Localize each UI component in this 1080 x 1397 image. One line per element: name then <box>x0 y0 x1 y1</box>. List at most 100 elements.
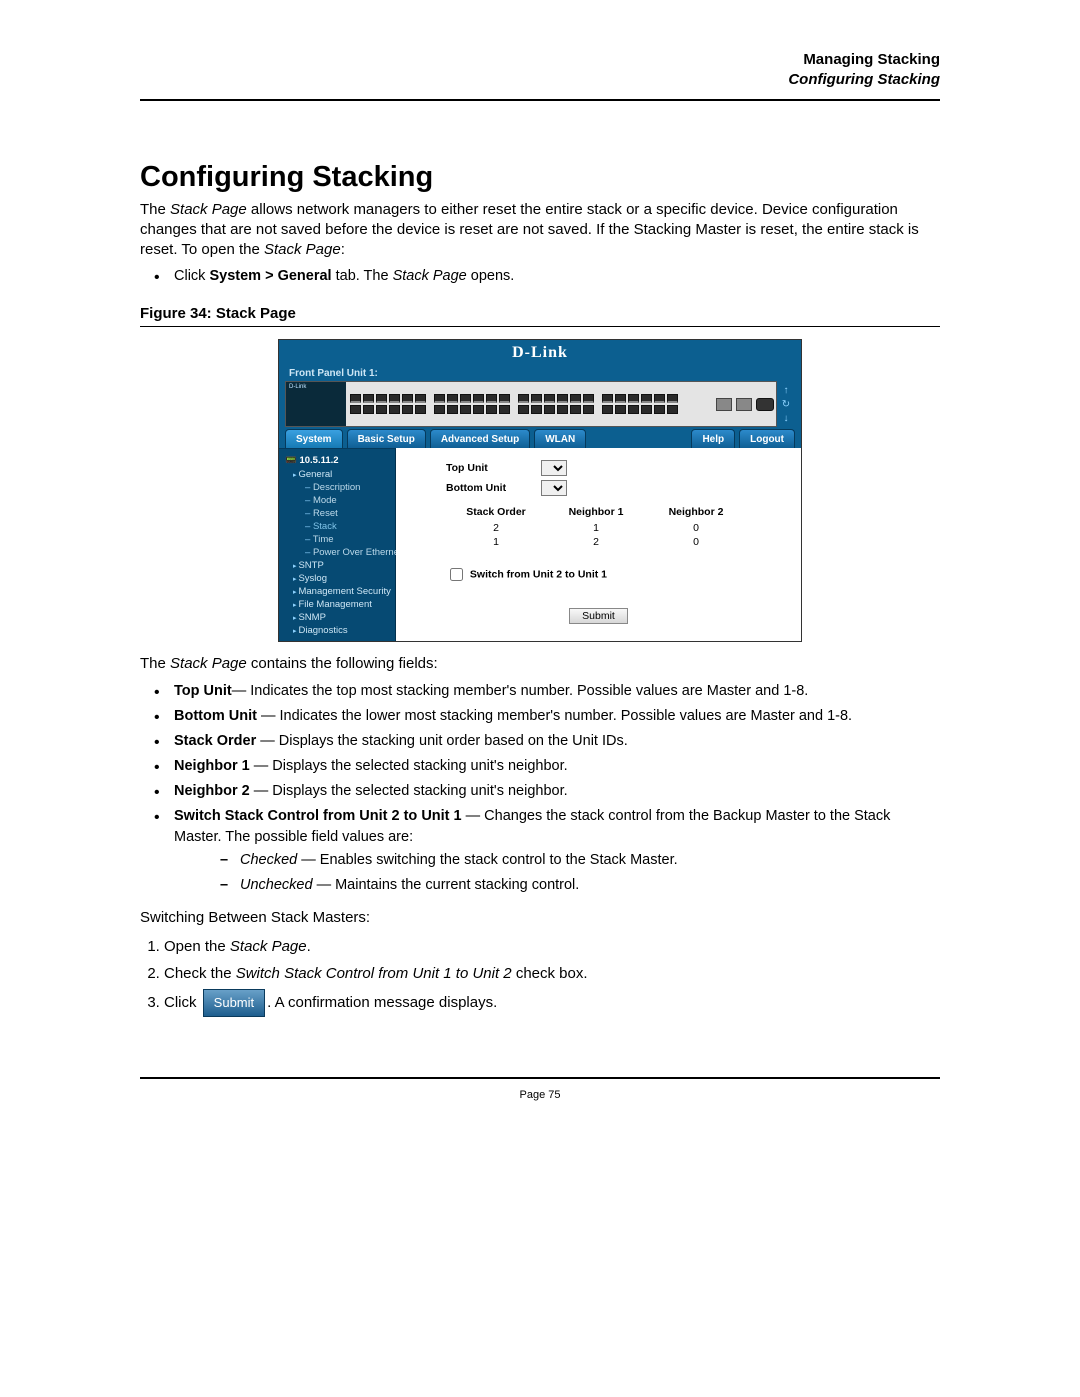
tree-node-mgmt-security[interactable]: Management Security <box>279 585 395 598</box>
stack-table: Stack Order Neighbor 1 Neighbor 2 2 1 0 … <box>446 506 791 549</box>
port-pair[interactable] <box>473 394 484 414</box>
field-desc: — Displays the selected stacking unit's … <box>254 783 568 799</box>
submit-inline-button: Submit <box>203 989 265 1017</box>
tree-leaf-mode[interactable]: Mode <box>279 494 395 507</box>
field-name: Bottom Unit <box>174 708 261 724</box>
device-brand: D-Link <box>289 384 306 390</box>
tab-help[interactable]: Help <box>691 429 735 448</box>
unit-arrows[interactable]: ↑ ↻ ↓ <box>777 381 795 427</box>
port-pair[interactable] <box>402 394 413 414</box>
tree-node-syslog[interactable]: Syslog <box>279 572 395 585</box>
select-top-unit[interactable] <box>541 460 567 476</box>
step-1: Open the Stack Page. <box>164 934 940 960</box>
arrow-up-icon[interactable]: ↑ <box>784 385 789 396</box>
port-pair[interactable] <box>641 394 652 414</box>
header-rule <box>140 99 940 101</box>
tree-node-diagnostics[interactable]: Diagnostics <box>279 624 395 637</box>
field-name: Neighbor 1 <box>174 758 254 774</box>
field-item: Neighbor 2 — Displays the selected stack… <box>140 781 940 802</box>
text: opens. <box>467 268 515 284</box>
port-pair[interactable] <box>628 394 639 414</box>
field-item: Bottom Unit — Indicates the lower most s… <box>140 706 940 727</box>
port-pair[interactable] <box>363 394 374 414</box>
device-ip[interactable]: 📟 10.5.11.2 <box>279 453 395 468</box>
intro-text: : <box>341 241 345 258</box>
port-grid <box>346 382 714 426</box>
port-pair[interactable] <box>415 394 426 414</box>
page-title: Configuring Stacking <box>140 161 940 194</box>
port-pair[interactable] <box>544 394 555 414</box>
th-neighbor1: Neighbor 1 <box>546 506 646 521</box>
ip-text: 10.5.11.2 <box>299 455 338 466</box>
subfield-name: Checked <box>240 852 297 868</box>
tree-leaf-stack[interactable]: Stack <box>279 520 395 533</box>
text: The <box>140 655 170 672</box>
menu-path: System > General <box>209 268 331 284</box>
port-pair[interactable] <box>602 394 613 414</box>
port-pair[interactable] <box>447 394 458 414</box>
port-pair[interactable] <box>499 394 510 414</box>
tab-system[interactable]: System <box>285 429 343 448</box>
app-logo: D-Link <box>279 340 801 368</box>
figure-caption: Figure 34: Stack Page <box>140 305 940 322</box>
tree-leaf-poe[interactable]: Power Over Ethernet <box>279 546 395 559</box>
port-pair[interactable] <box>460 394 471 414</box>
port-pair[interactable] <box>615 394 626 414</box>
intro-text: allows network managers to either reset … <box>140 201 919 259</box>
text: check box. <box>512 965 588 982</box>
tab-advanced-setup[interactable]: Advanced Setup <box>430 429 530 448</box>
tab-wlan[interactable]: WLAN <box>534 429 586 448</box>
tree-node-sntp[interactable]: SNTP <box>279 559 395 572</box>
td: 1 <box>446 535 546 549</box>
tree-leaf-time[interactable]: Time <box>279 533 395 546</box>
text: . A confirmation message displays. <box>267 994 497 1011</box>
intro-em: Stack Page <box>264 241 341 258</box>
field-item: Top Unit— Indicates the top most stackin… <box>140 681 940 702</box>
port-pair[interactable] <box>376 394 387 414</box>
tab-bar: System Basic Setup Advanced Setup WLAN H… <box>279 429 801 448</box>
td: 0 <box>646 535 746 549</box>
device-uplinks <box>714 382 776 426</box>
device-panel: D-Link <box>285 381 777 427</box>
content-pane: Top Unit Bottom Unit Stack Order Neighbo… <box>396 448 801 641</box>
subfield-item: Unchecked — Maintains the current stacki… <box>174 875 940 896</box>
tab-logout[interactable]: Logout <box>739 429 795 448</box>
td: 0 <box>646 521 746 535</box>
switching-heading: Switching Between Stack Masters: <box>140 908 940 928</box>
th-neighbor2: Neighbor 2 <box>646 506 746 521</box>
port-pair[interactable] <box>350 394 361 414</box>
port-pair[interactable] <box>570 394 581 414</box>
select-bottom-unit[interactable] <box>541 480 567 496</box>
text: Click <box>164 994 201 1011</box>
port-pair[interactable] <box>389 394 400 414</box>
switch-row: Switch from Unit 2 to Unit 1 <box>446 565 791 584</box>
tab-basic-setup[interactable]: Basic Setup <box>347 429 426 448</box>
footer-rule <box>140 1077 940 1079</box>
label-top-unit: Top Unit <box>446 462 541 474</box>
field-desc: — Indicates the lower most stacking memb… <box>261 708 852 724</box>
step-2: Check the Switch Stack Control from Unit… <box>164 961 940 987</box>
arrow-refresh-icon[interactable]: ↻ <box>782 399 790 410</box>
text: Open the <box>164 938 230 955</box>
tree-node-snmp[interactable]: SNMP <box>279 611 395 624</box>
port-pair[interactable] <box>486 394 497 414</box>
port-pair[interactable] <box>667 394 678 414</box>
port-pair[interactable] <box>531 394 542 414</box>
port-pair[interactable] <box>518 394 529 414</box>
port-pair[interactable] <box>654 394 665 414</box>
checkbox-switch-unit[interactable] <box>450 568 463 581</box>
front-panel-label: Front Panel Unit 1: <box>279 368 801 381</box>
tree-node-file-mgmt[interactable]: File Management <box>279 598 395 611</box>
click-instruction: Click System > General tab. The Stack Pa… <box>140 266 940 287</box>
port-pair[interactable] <box>434 394 445 414</box>
intro-text: The <box>140 201 170 218</box>
port-pair[interactable] <box>583 394 594 414</box>
arrow-down-icon[interactable]: ↓ <box>784 413 789 424</box>
port-pair[interactable] <box>557 394 568 414</box>
tree-leaf-description[interactable]: Description <box>279 481 395 494</box>
tree-leaf-reset[interactable]: Reset <box>279 507 395 520</box>
tree-node-general[interactable]: General <box>279 468 395 481</box>
text: contains the following fields: <box>247 655 438 672</box>
submit-button[interactable]: Submit <box>569 608 628 624</box>
td: 2 <box>446 521 546 535</box>
